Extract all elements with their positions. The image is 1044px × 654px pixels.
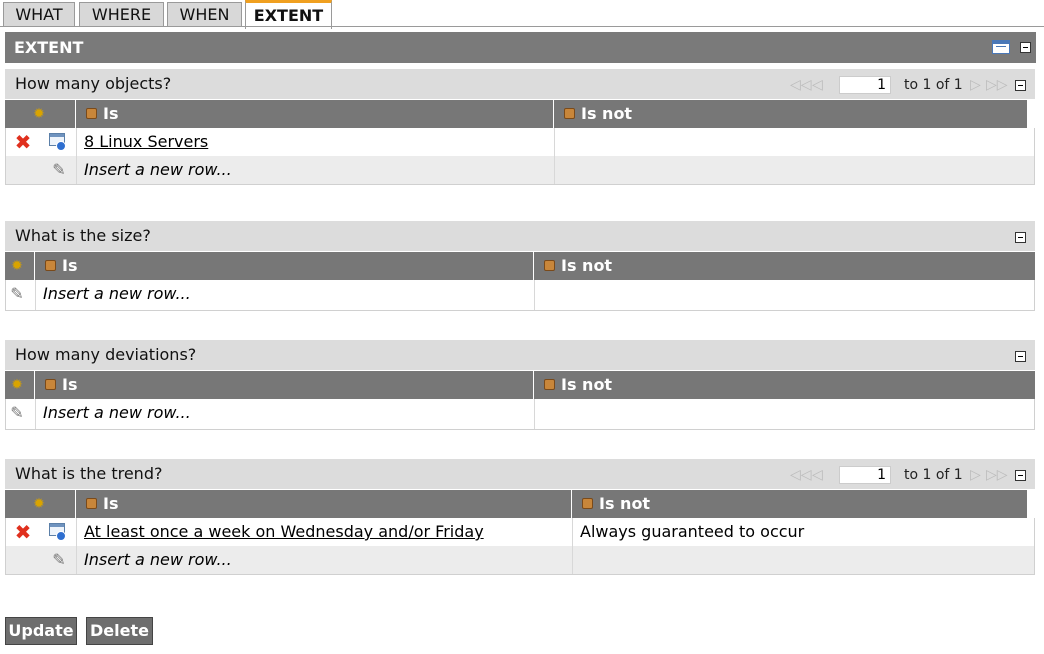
prev-page-icon[interactable]: ◁ [812,75,823,95]
trend-pager: ◁◁ ◁ to 1 of 1 ▷ ▷▷ [790,465,1020,485]
insert-row[interactable]: ✎ Insert a new row... [5,546,1035,575]
first-page-icon[interactable]: ◁◁ [790,465,812,485]
cube-icon [86,108,97,119]
pencil-icon[interactable]: ✎ [8,285,26,303]
collapse-size-icon[interactable] [1015,232,1026,243]
size-select-col: ✹ [5,252,34,280]
cube-icon [45,260,56,271]
delete-button[interactable]: Delete [86,617,153,645]
objects-pager: ◁◁ ◁ to 1 of 1 ▷ ▷▷ [790,75,1020,95]
section-deviations-header: How many deviations? [5,340,1035,370]
main-header-title: EXTENT [14,38,84,57]
tab-extent[interactable]: EXTENT [245,0,332,29]
pencil-icon[interactable]: ✎ [50,551,68,569]
update-button[interactable]: Update [5,617,77,645]
cube-icon [544,260,555,271]
cube-icon [582,498,593,509]
tab-where[interactable]: WHERE [79,2,164,27]
delete-row-icon[interactable]: ✖ [14,522,32,542]
trend-row-isnot: Always guaranteed to occur [580,522,805,541]
objects-col-is: Is [76,100,553,128]
tab-divider [0,26,1044,27]
deviations-col-isnot: Is not [534,371,1035,399]
gear-icon: ✹ [33,496,45,512]
pencil-icon[interactable]: ✎ [8,404,26,422]
edit-row-icon[interactable] [49,523,67,541]
trend-page-count: to 1 of 1 [904,467,963,483]
size-col-is: Is [35,252,533,280]
objects-page-input[interactable] [839,76,891,94]
last-page-icon[interactable]: ▷▷ [986,465,1008,485]
trend-col-is: Is [76,490,571,518]
tab-what[interactable]: WHAT [3,2,75,27]
next-page-icon[interactable]: ▷ [970,465,981,485]
trend-select-col: ✹ [5,490,75,518]
objects-col-isnot: Is not [554,100,1027,128]
main-header: EXTENT [5,32,1036,63]
cube-icon [544,379,555,390]
cube-icon [564,108,575,119]
insert-row[interactable]: ✎ Insert a new row... [5,280,1035,311]
section-size-header: What is the size? [5,221,1035,251]
section-deviations: How many deviations? [5,340,1035,370]
objects-row-is-link[interactable]: 8 Linux Servers [84,128,208,156]
gear-icon: ✹ [11,377,23,393]
insert-row[interactable]: ✎ Insert a new row... [5,156,1035,185]
edit-row-icon[interactable] [49,133,67,151]
trend-insert-text[interactable]: Insert a new row... [84,546,232,574]
table-row: ✖ 8 Linux Servers [5,128,1035,156]
list-view-icon[interactable] [992,40,1010,54]
size-insert-text[interactable]: Insert a new row... [43,280,191,308]
section-trend-title: What is the trend? [15,464,163,483]
gear-icon: ✹ [33,106,45,122]
last-page-icon[interactable]: ▷▷ [986,75,1008,95]
tab-when[interactable]: WHEN [167,2,242,27]
section-size-title: What is the size? [15,226,151,245]
collapse-main-icon[interactable] [1020,42,1031,53]
section-deviations-title: How many deviations? [15,345,197,364]
collapse-objects-icon[interactable] [1015,80,1026,91]
objects-page-count: to 1 of 1 [904,77,963,93]
deviations-col-is: Is [35,371,533,399]
trend-col-isnot: Is not [572,490,1027,518]
objects-insert-text[interactable]: Insert a new row... [84,156,232,184]
cube-icon [45,379,56,390]
trend-row-is-link[interactable]: At least once a week on Wednesday and/or… [84,518,484,546]
deviations-insert-text[interactable]: Insert a new row... [43,399,191,427]
section-objects-title: How many objects? [15,74,172,93]
delete-row-icon[interactable]: ✖ [14,132,32,152]
table-row: ✖ At least once a week on Wednesday and/… [5,518,1035,546]
size-col-isnot: Is not [534,252,1035,280]
pencil-icon[interactable]: ✎ [50,161,68,179]
next-page-icon[interactable]: ▷ [970,75,981,95]
collapse-deviations-icon[interactable] [1015,351,1026,362]
first-page-icon[interactable]: ◁◁ [790,75,812,95]
insert-row[interactable]: ✎ Insert a new row... [5,399,1035,430]
collapse-trend-icon[interactable] [1015,470,1026,481]
section-size: What is the size? [5,221,1035,251]
deviations-select-col: ✹ [5,371,34,399]
trend-page-input[interactable] [839,466,891,484]
gear-icon: ✹ [11,258,23,274]
cube-icon [86,498,97,509]
prev-page-icon[interactable]: ◁ [812,465,823,485]
objects-select-col: ✹ [5,100,75,128]
